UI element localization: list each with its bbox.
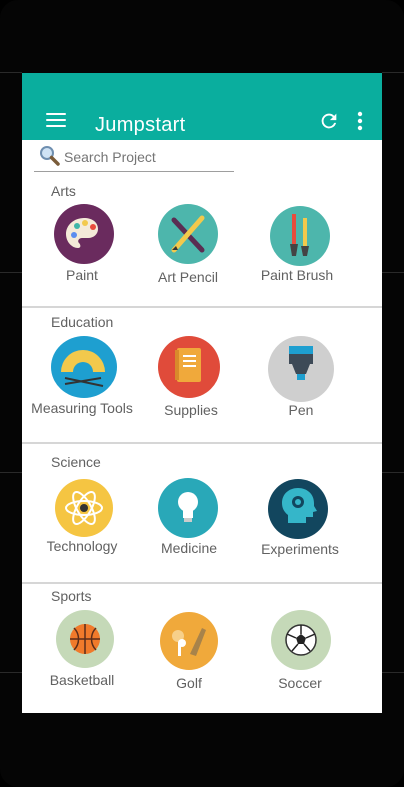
paint-brushes-icon [270,206,330,266]
marker-icon [268,336,334,402]
project-item-paint-brush[interactable]: Paint Brush [237,203,357,283]
section-divider [22,582,382,584]
magnifier-icon [38,145,60,166]
item-label: Experiments [261,541,339,557]
frame-edge [382,72,404,73]
frame-edge [382,472,404,473]
more-vertical-icon[interactable] [356,110,364,132]
crossed-pencils-icon [158,204,218,264]
project-item-pen[interactable]: Pen [241,335,361,425]
head-gear-icon [268,479,328,539]
lightbulb-icon [158,478,218,538]
soccer-ball-icon [271,610,331,670]
project-item-soccer[interactable]: Soccer [240,609,360,691]
atom-icon [55,479,113,537]
item-label: Soccer [278,675,322,691]
item-label: Pen [288,402,314,418]
frame-edge [0,72,22,73]
app-screen: Jumpstart Search Project Arts Paint Art … [22,73,382,713]
frame-edge [0,672,22,673]
section-title: Education [51,314,114,330]
notebook-icon [158,336,220,398]
frame-edge [0,472,22,473]
section-title: Sports [51,588,92,604]
item-label: Paint Brush [260,267,334,283]
search-input[interactable] [64,147,229,167]
hamburger-menu-icon[interactable] [46,113,66,127]
section-divider [22,442,382,444]
palette-icon [54,204,114,264]
section-title: Arts [51,183,76,199]
golf-icon [160,612,218,670]
section-divider [22,306,382,308]
refresh-icon[interactable] [318,110,340,132]
frame-edge [0,272,22,273]
app-title: Jumpstart [95,114,186,136]
app-bar: Jumpstart [22,73,382,140]
basketball-icon [56,610,114,668]
search-bar [34,145,234,172]
section-title: Science [51,454,101,470]
protractor-icon [51,336,117,398]
frame-edge [382,272,404,273]
project-item-experiments[interactable]: Experiments [240,476,360,557]
phone-frame: Jumpstart Search Project Arts Paint Art … [0,0,404,787]
frame-edge [382,672,404,673]
